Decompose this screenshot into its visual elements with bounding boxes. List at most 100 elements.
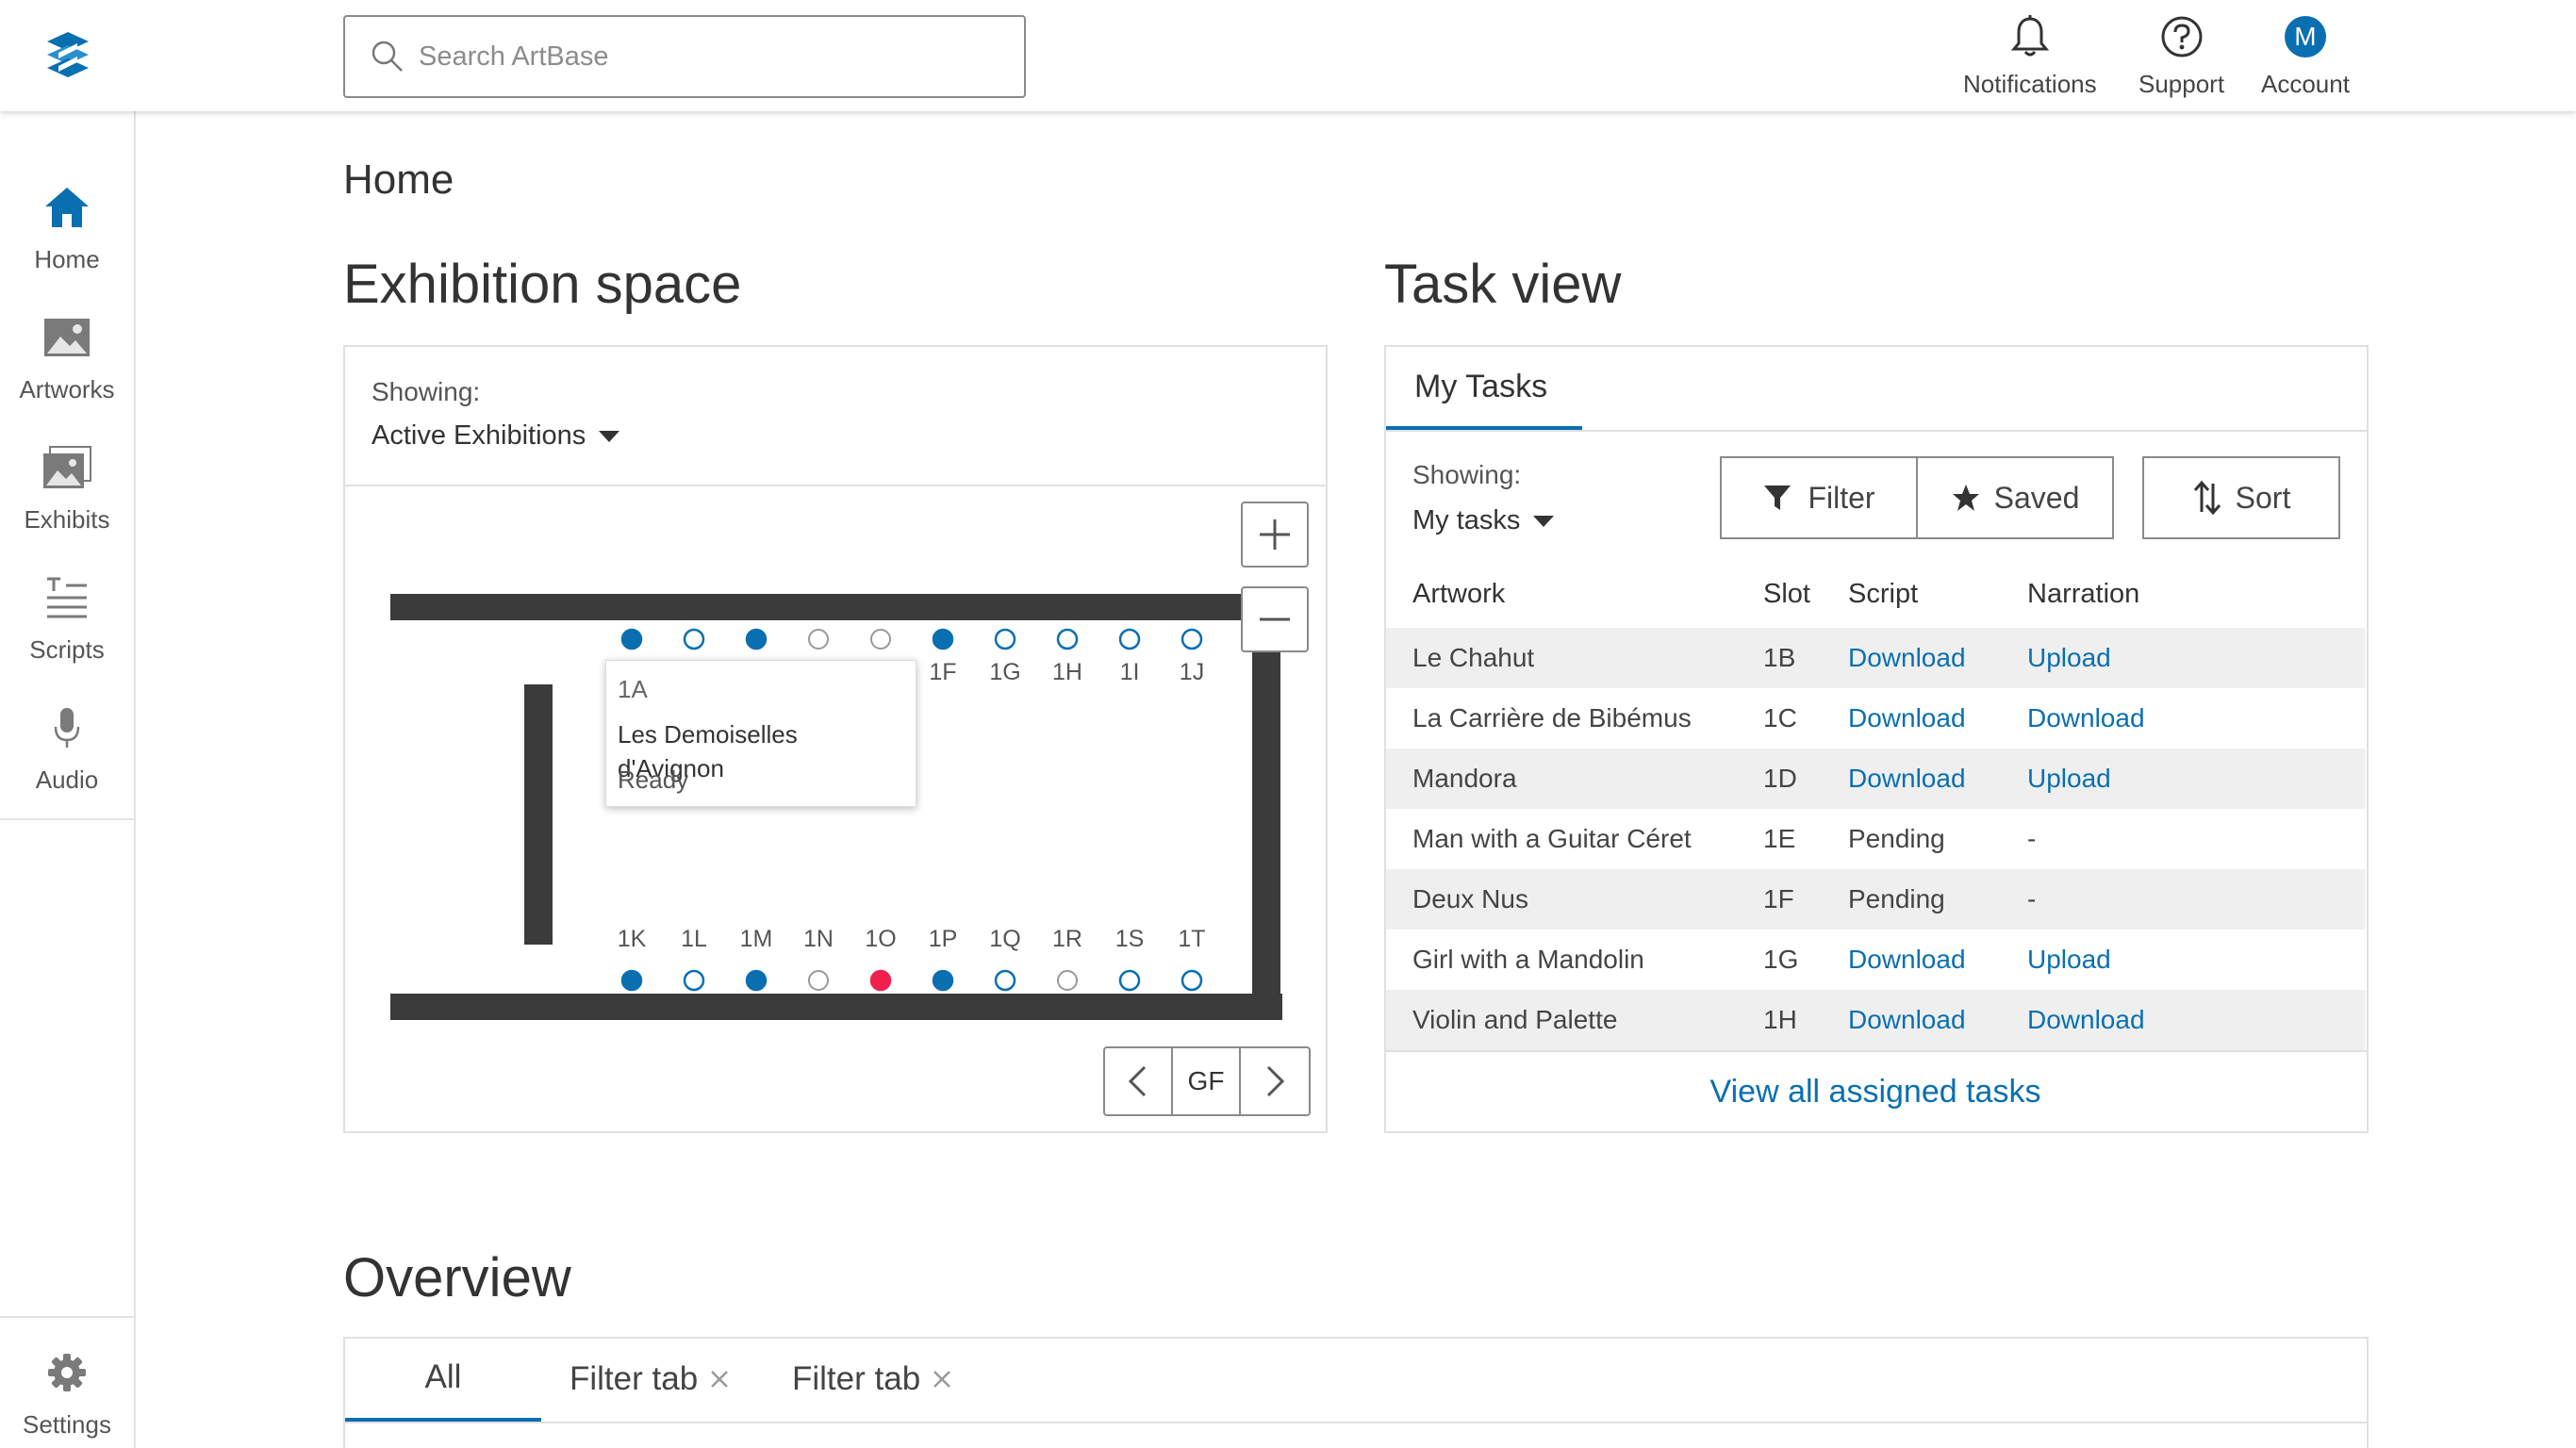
tooltip-slot: 1A	[618, 675, 648, 703]
tab-label: My Tasks	[1414, 368, 1548, 404]
sidebar-item-scripts[interactable]: Scripts	[0, 569, 134, 665]
sidebar-item-audio[interactable]: Audio	[0, 699, 134, 795]
table-row[interactable]: La Carrière de Bibémus 1C Download Downl…	[1386, 688, 2365, 749]
microphone-icon	[54, 708, 80, 748]
tab-filter-1[interactable]: Filter tab	[570, 1337, 730, 1422]
slot-marker-1m[interactable]	[745, 969, 768, 992]
slot-marker-1g[interactable]	[994, 628, 1016, 650]
table-row[interactable]: Le Chahut 1B Download Upload	[1386, 628, 2365, 688]
dropdown-value: My tasks	[1412, 505, 1521, 535]
search-input[interactable]	[419, 41, 984, 73]
slot-tooltip: 1A Les Demoiselles d'Avignon Ready	[605, 660, 916, 807]
table-row[interactable]: Mandora 1D Download Upload	[1386, 749, 2365, 809]
close-icon[interactable]	[709, 1369, 730, 1390]
table-row[interactable]: Man with a Guitar Céret 1E Pending -	[1386, 809, 2365, 869]
script-download-link[interactable]: Download	[1848, 628, 1966, 688]
slot-marker-1k[interactable]	[620, 969, 643, 992]
search-box[interactable]	[343, 15, 1026, 98]
saved-button[interactable]: Saved	[1916, 456, 2114, 539]
slot-marker-1o[interactable]	[869, 969, 892, 992]
account-button[interactable]: M Account	[2261, 13, 2350, 99]
task-view-title: Task view	[1384, 254, 1622, 315]
column-header-narration[interactable]: Narration	[2027, 579, 2139, 610]
tab-label: All	[424, 1358, 462, 1395]
tab-filter-2[interactable]: Filter tab	[792, 1337, 952, 1422]
notifications-button[interactable]: Notifications	[1963, 13, 2097, 99]
support-button[interactable]: Support	[2138, 13, 2224, 99]
narration-upload-link[interactable]: Upload	[2027, 930, 2111, 990]
narration-status: -	[2027, 824, 2037, 853]
narration-download-link[interactable]: Download	[2027, 688, 2145, 749]
slot-marker-1s[interactable]	[1118, 969, 1141, 992]
slot-label-1m: 1M	[740, 926, 773, 952]
slot-cell: 1C	[1763, 703, 1797, 732]
text-icon	[47, 577, 87, 618]
slot-label-1t: 1T	[1178, 926, 1205, 952]
view-all-tasks-link[interactable]: View all assigned tasks	[1386, 1050, 2365, 1133]
slot-marker-1r[interactable]	[1057, 970, 1078, 991]
account-label: Account	[2261, 70, 2350, 98]
artbase-logo-icon[interactable]	[38, 25, 98, 85]
slot-marker-1a[interactable]	[620, 628, 643, 650]
script-status: Pending	[1848, 824, 1945, 853]
slot-marker-1f[interactable]	[932, 628, 954, 650]
slot-marker-1c[interactable]	[745, 628, 768, 650]
slot-marker-1i[interactable]	[1118, 628, 1141, 650]
next-floor-button[interactable]	[1241, 1048, 1309, 1114]
sidebar: Home Artworks Exhibits Scripts Audio Set…	[0, 111, 136, 1448]
sidebar-item-artworks[interactable]: Artworks	[0, 309, 134, 404]
slot-cell: 1E	[1763, 824, 1796, 853]
previous-floor-button[interactable]	[1105, 1048, 1173, 1114]
narration-download-link[interactable]: Download	[2027, 990, 2145, 1050]
zoom-out-button[interactable]	[1241, 586, 1309, 652]
slot-label-1g: 1G	[989, 659, 1020, 685]
narration-upload-link[interactable]: Upload	[2027, 749, 2111, 809]
sidebar-divider	[0, 818, 134, 820]
script-download-link[interactable]: Download	[1848, 930, 1966, 990]
sidebar-item-exhibits[interactable]: Exhibits	[0, 439, 134, 535]
tab-label: Filter tab	[570, 1360, 699, 1397]
filter-label: Filter	[1808, 480, 1875, 515]
sort-label: Sort	[2235, 480, 2291, 515]
slot-marker-1p[interactable]	[932, 969, 954, 992]
gear-icon	[48, 1354, 86, 1391]
column-header-script[interactable]: Script	[1848, 579, 1918, 610]
sidebar-item-home[interactable]: Home	[0, 179, 134, 274]
script-download-link[interactable]: Download	[1848, 688, 1966, 749]
narration-upload-link[interactable]: Upload	[2027, 628, 2111, 688]
script-download-link[interactable]: Download	[1848, 990, 1966, 1050]
slot-marker-1e[interactable]	[870, 629, 891, 650]
task-filter-dropdown[interactable]: My tasks	[1412, 505, 1555, 536]
sidebar-item-settings[interactable]: Settings	[0, 1344, 134, 1440]
slot-label-1n: 1N	[803, 926, 834, 952]
artwork-cell: Girl with a Mandolin	[1412, 945, 1644, 974]
tab-all[interactable]: All	[345, 1337, 541, 1422]
slot-marker-1l[interactable]	[683, 969, 705, 992]
table-row[interactable]: Girl with a Mandolin 1G Download Upload	[1386, 930, 2365, 990]
script-download-link[interactable]: Download	[1848, 749, 1966, 809]
close-icon[interactable]	[932, 1369, 952, 1390]
tab-my-tasks[interactable]: My Tasks	[1386, 347, 1582, 430]
table-row[interactable]: Deux Nus 1F Pending -	[1386, 869, 2365, 930]
slot-marker-1t[interactable]	[1181, 969, 1203, 992]
slot-marker-1q[interactable]	[994, 969, 1016, 992]
chevron-right-icon	[1266, 1065, 1285, 1097]
wall-right	[1252, 594, 1280, 1020]
slot-marker-1j[interactable]	[1181, 628, 1203, 650]
zoom-in-button[interactable]	[1241, 502, 1309, 568]
exhibition-filter-dropdown[interactable]: Active Exhibitions	[372, 420, 620, 452]
slot-marker-1b[interactable]	[683, 628, 705, 650]
column-header-artwork[interactable]: Artwork	[1412, 579, 1505, 610]
slot-marker-1h[interactable]	[1056, 628, 1079, 650]
artwork-cell: Mandora	[1412, 764, 1517, 793]
plus-icon	[1260, 519, 1290, 550]
sort-button[interactable]: Sort	[2142, 456, 2340, 539]
slot-marker-1d[interactable]	[808, 629, 829, 650]
table-row[interactable]: Violin and Palette 1H Download Download	[1386, 990, 2365, 1050]
sort-icon	[2193, 480, 2221, 516]
slot-label-1i: 1I	[1120, 659, 1140, 685]
gallery-icon	[43, 446, 91, 488]
filter-button[interactable]: Filter	[1720, 456, 1918, 539]
column-header-slot[interactable]: Slot	[1763, 579, 1810, 610]
slot-marker-1n[interactable]	[808, 970, 829, 991]
